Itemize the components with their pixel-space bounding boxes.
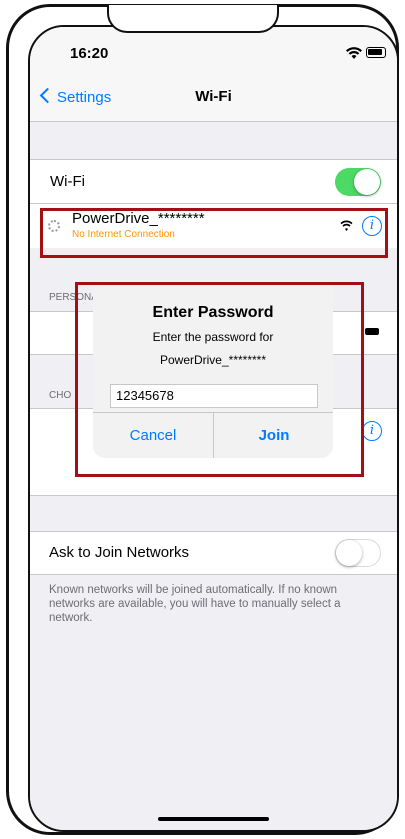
section-header-choose: CHO xyxy=(49,390,72,401)
page-title: Wi-Fi xyxy=(195,88,232,105)
ask-to-join-footer: Known networks will be joined automatica… xyxy=(49,584,341,624)
highlight-frame-network xyxy=(40,208,388,258)
notch xyxy=(107,5,279,33)
status-time: 16:20 xyxy=(70,45,109,62)
nav-bar: Settings Wi-Fi xyxy=(30,73,397,122)
phone-frame: 16:20 Settings Wi-Fi Wi-Fi PowerDrive_**… xyxy=(6,4,399,835)
ask-to-join-switch[interactable] xyxy=(335,539,381,567)
ask-to-join-label: Ask to Join Networks xyxy=(49,544,190,561)
ask-to-join-row: Ask to Join Networks xyxy=(30,531,397,575)
wifi-toggle-row: Wi-Fi xyxy=(30,159,397,204)
info-icon[interactable]: i xyxy=(362,421,382,441)
battery-icon xyxy=(366,47,386,58)
status-bar: 16:20 xyxy=(30,27,397,73)
home-indicator[interactable] xyxy=(158,817,269,821)
wifi-label: Wi-Fi xyxy=(50,173,85,190)
screen: 16:20 Settings Wi-Fi Wi-Fi PowerDrive_**… xyxy=(28,25,399,832)
switch-knob xyxy=(354,169,380,195)
highlight-frame-alert xyxy=(75,282,364,477)
wifi-switch[interactable] xyxy=(335,168,381,196)
wifi-icon xyxy=(346,47,362,59)
switch-knob xyxy=(336,540,362,566)
battery-icon xyxy=(365,328,379,335)
